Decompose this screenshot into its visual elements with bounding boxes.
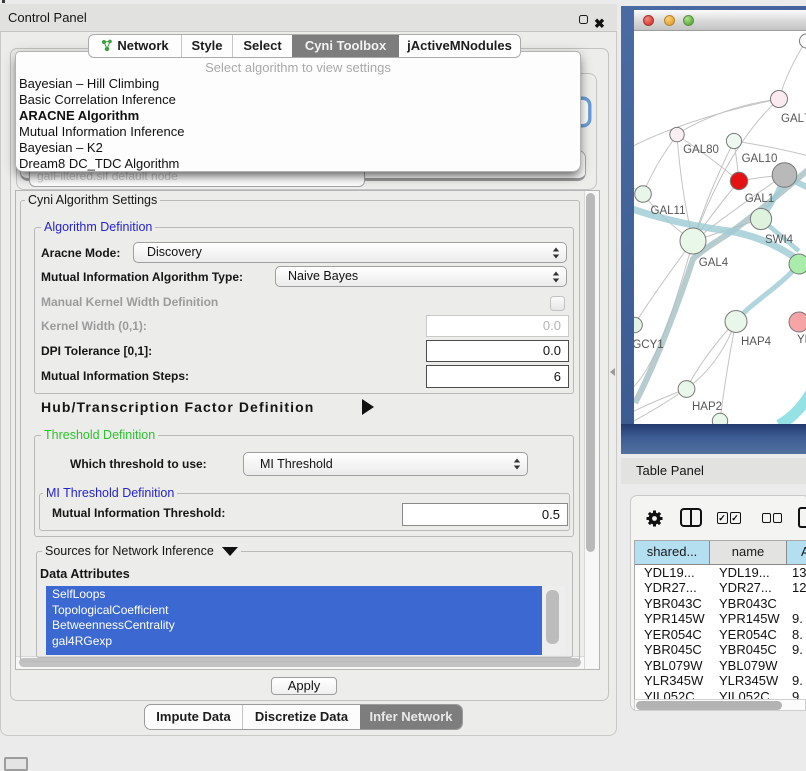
svg-text:GAL80: GAL80: [683, 144, 719, 156]
svg-text:YL: YL: [797, 334, 806, 346]
svg-text:SWI4: SWI4: [765, 234, 794, 246]
svg-text:GAL10: GAL10: [742, 153, 778, 165]
svg-text:GAL4: GAL4: [699, 257, 729, 269]
svg-text:GAL7: GAL7: [781, 113, 806, 125]
svg-text:HAP2: HAP2: [692, 401, 722, 413]
svg-text:HAP4: HAP4: [741, 336, 772, 348]
svg-text:GAL11: GAL11: [651, 205, 686, 217]
svg-text:GAL1: GAL1: [745, 193, 774, 205]
svg-text:GCY1: GCY1: [634, 339, 664, 351]
